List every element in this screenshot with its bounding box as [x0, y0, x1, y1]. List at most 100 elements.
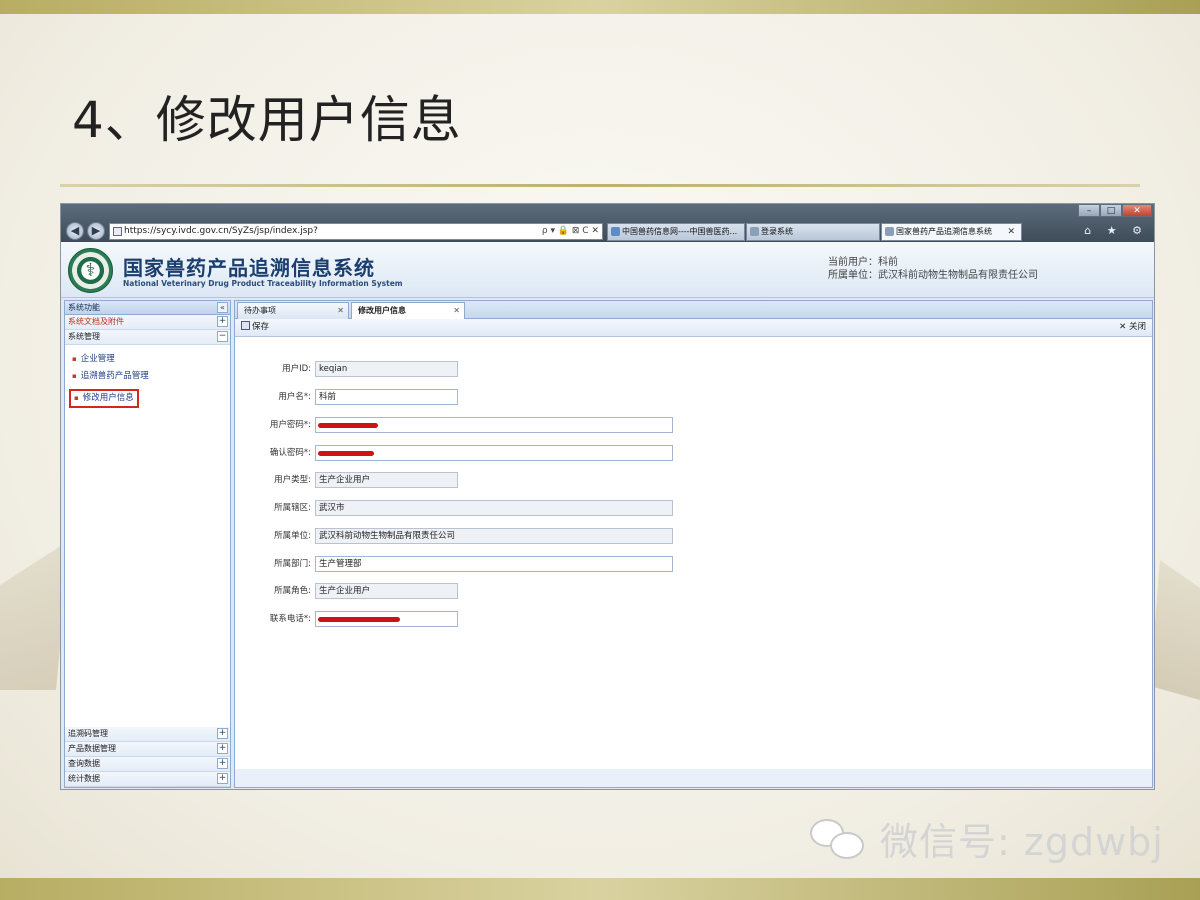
field-row-organization: 所属单位: 武汉科前动物生物制品有限责任公司	[235, 528, 1154, 544]
tab-close-icon[interactable]: ✕	[337, 303, 344, 318]
department-input[interactable]: 生产管理部	[315, 556, 673, 572]
page-tab-icon	[750, 227, 759, 236]
sidebar-section-query[interactable]: 查询数据 +	[65, 757, 230, 772]
bottom-decor-band	[0, 878, 1200, 900]
minimize-button[interactable]: –	[1078, 204, 1100, 217]
wechat-icon	[808, 816, 868, 862]
main-tabs: 待办事项 ✕ 修改用户信息 ✕	[235, 301, 1152, 319]
expand-icon[interactable]: +	[217, 758, 228, 769]
browser-tab-info-site[interactable]: 中国兽药信息网----中国兽医药...	[607, 223, 745, 241]
role-field: 生产企业用户	[315, 583, 458, 599]
tab-label: 待办事项	[244, 306, 276, 315]
slide-title: 4、修改用户信息	[72, 91, 462, 149]
page-favicon-icon	[113, 227, 122, 236]
field-row-region: 所属辖区: 武汉市	[235, 500, 1154, 516]
field-label: 用户密码*:	[269, 420, 311, 430]
sidebar-link-edit-user[interactable]: 修改用户信息	[69, 389, 139, 408]
organization-field: 武汉科前动物生物制品有限责任公司	[315, 528, 673, 544]
field-label: 用户名*:	[278, 392, 311, 402]
username-input[interactable]: 科前	[315, 389, 458, 405]
tab-close-icon[interactable]: ✕	[453, 303, 460, 318]
current-user: 当前用户：科前	[828, 257, 898, 268]
collapse-icon[interactable]: −	[217, 331, 228, 342]
top-decor-band	[0, 0, 1200, 14]
ie-tab-icon	[611, 227, 620, 236]
app-header: ⚕ 国家兽药产品追溯信息系统 National Veterinary Drug …	[61, 242, 1154, 298]
page-tab-icon	[885, 227, 894, 236]
wechat-watermark: 微信号: zgdwbj	[808, 811, 1164, 866]
sidebar-section-label: 查询数据	[68, 759, 100, 768]
browser-tab-login[interactable]: 登录系统	[746, 223, 880, 241]
password-input[interactable]	[315, 417, 673, 433]
tab-todo[interactable]: 待办事项 ✕	[237, 302, 349, 319]
field-label: 确认密码*:	[269, 448, 311, 458]
form-toolbar: 保存 ✕ 关闭	[235, 319, 1152, 337]
sidebar-section-label: 统计数据	[68, 774, 100, 783]
sidebar-section-label: 产品数据管理	[68, 744, 116, 753]
field-row-user-id: 用户ID: keqian	[235, 361, 1154, 377]
sidebar-link-company[interactable]: 企业管理	[69, 351, 230, 368]
field-label: 联系电话*:	[269, 614, 311, 624]
expand-icon[interactable]: +	[217, 728, 228, 739]
forward-button[interactable]: ▶	[87, 222, 105, 240]
expand-icon[interactable]: +	[217, 316, 228, 327]
user-type-field: 生产企业用户	[315, 472, 458, 488]
sidebar-section-system[interactable]: 系统管理 −	[65, 330, 230, 345]
sidebar-header: 系统功能 «	[65, 301, 230, 315]
expand-icon[interactable]: +	[217, 743, 228, 754]
browser-tab-label: 登录系统	[761, 227, 793, 236]
window-close-button[interactable]: ✕	[1122, 204, 1152, 217]
user-info: 当前用户：科前 所属单位：武汉科前动物生物制品有限责任公司	[828, 256, 1038, 282]
redaction-mark	[318, 617, 400, 622]
tab-close-icon[interactable]: ✕	[1007, 224, 1015, 240]
browser-tab-label: 中国兽药信息网----中国兽医药...	[622, 227, 738, 236]
address-tools-icon[interactable]: ρ ▾ 🔒 ⊠ C ✕	[542, 224, 599, 239]
app-screenshot: – □ ✕ ◀ ▶ https://sycy.ivdc.gov.cn/SyZs/…	[60, 203, 1155, 790]
ministry-logo-icon: ⚕	[68, 248, 113, 293]
browser-tab-label: 国家兽药产品追溯信息系统	[896, 227, 992, 236]
sidebar-section-stats[interactable]: 统计数据 +	[65, 772, 230, 787]
field-row-username: 用户名*: 科前	[235, 389, 1154, 405]
sidebar-section-label: 系统管理	[68, 332, 100, 341]
browser-tool-icons[interactable]: ⌂ ★ ⚙	[1084, 224, 1148, 237]
save-label: 保存	[252, 322, 270, 332]
tab-label: 修改用户信息	[358, 306, 406, 315]
sidebar-bottom-sections: 追溯码管理 + 产品数据管理 + 查询数据 + 统计数据 +	[65, 727, 230, 787]
phone-input[interactable]	[315, 611, 458, 627]
collapse-sidebar-icon[interactable]: «	[217, 302, 228, 313]
wechat-id: 微信号: zgdwbj	[880, 820, 1164, 864]
field-row-user-type: 用户类型: 生产企业用户	[235, 472, 1154, 488]
field-label: 所属角色:	[274, 586, 311, 596]
sidebar-link-products[interactable]: 追溯兽药产品管理	[69, 368, 230, 385]
sidebar-section-docs[interactable]: 系统文档及附件 +	[65, 315, 230, 330]
browser-toolbar: – □ ✕ ◀ ▶ https://sycy.ivdc.gov.cn/SyZs/…	[61, 204, 1154, 242]
address-bar[interactable]: https://sycy.ivdc.gov.cn/SyZs/jsp/index.…	[109, 223, 603, 240]
sidebar-section-productdata[interactable]: 产品数据管理 +	[65, 742, 230, 757]
app-title: 国家兽药产品追溯信息系统	[123, 256, 375, 280]
sidebar-section-label: 追溯码管理	[68, 729, 108, 738]
field-label: 用户类型:	[274, 475, 311, 485]
sidebar-section-label: 系统文档及附件	[68, 317, 124, 326]
field-row-confirm-password: 确认密码*:	[235, 445, 1154, 461]
main-panel: 待办事项 ✕ 修改用户信息 ✕ 保存 ✕ 关闭 用户ID: keqian 用户名…	[234, 300, 1153, 788]
confirm-password-input[interactable]	[315, 445, 673, 461]
maximize-button[interactable]: □	[1100, 204, 1122, 217]
save-button[interactable]: 保存	[241, 319, 269, 336]
sidebar-submenu: 企业管理 追溯兽药产品管理 修改用户信息	[65, 345, 230, 718]
back-button[interactable]: ◀	[66, 222, 84, 240]
expand-icon[interactable]: +	[217, 773, 228, 784]
field-row-department: 所属部门: 生产管理部	[235, 556, 1154, 572]
region-field: 武汉市	[315, 500, 673, 516]
save-icon	[241, 321, 250, 330]
user-id-field: keqian	[315, 361, 458, 377]
field-row-phone: 联系电话*:	[235, 611, 1154, 627]
field-label: 所属辖区:	[274, 503, 311, 513]
address-url: https://sycy.ivdc.gov.cn/SyZs/jsp/index.…	[124, 226, 318, 236]
sidebar-section-tracecode[interactable]: 追溯码管理 +	[65, 727, 230, 742]
browser-tab-traceability[interactable]: 国家兽药产品追溯信息系统 ✕	[881, 223, 1022, 241]
tab-edit-user[interactable]: 修改用户信息 ✕	[351, 302, 465, 319]
user-form: 用户ID: keqian 用户名*: 科前 用户密码*: 确认密码*: 用户类型…	[235, 337, 1152, 769]
field-label: 用户ID:	[282, 364, 311, 374]
current-org: 所属单位：武汉科前动物生物制品有限责任公司	[828, 270, 1038, 281]
close-panel-button[interactable]: ✕ 关闭	[1119, 319, 1146, 336]
